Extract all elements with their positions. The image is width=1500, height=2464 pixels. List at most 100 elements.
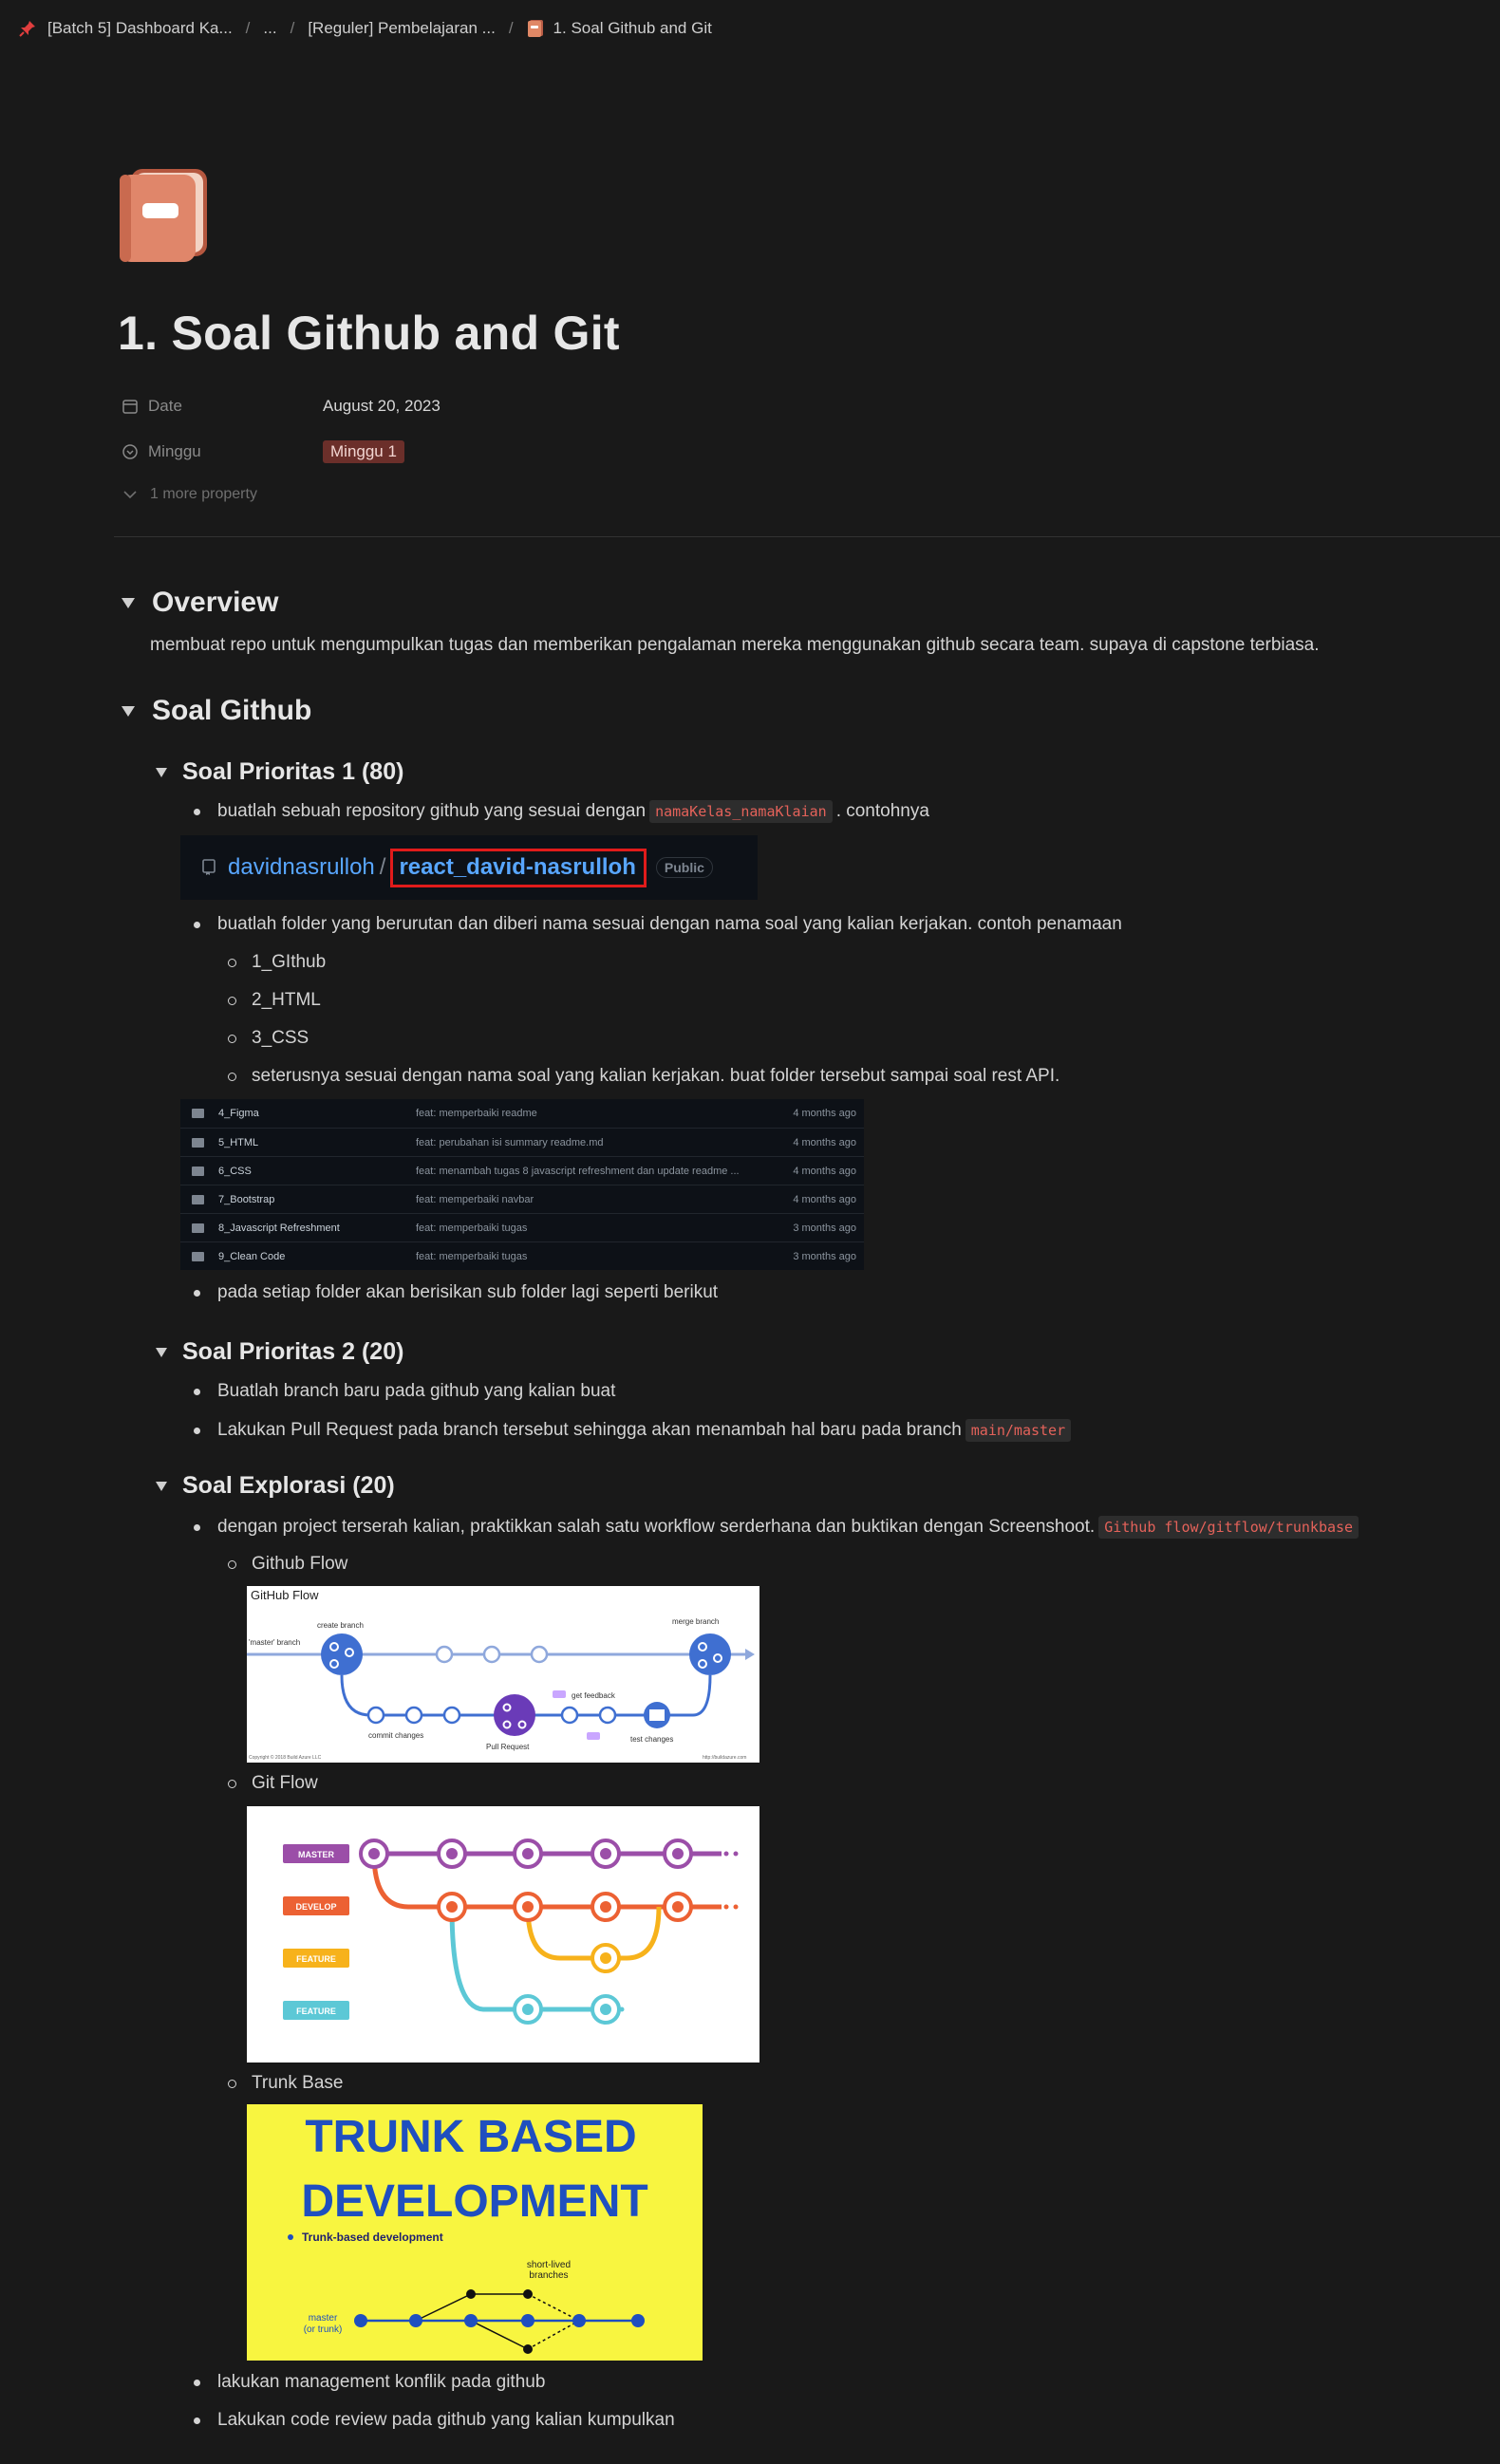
svg-text:get feedback: get feedback bbox=[572, 1691, 616, 1700]
property-date-value[interactable]: August 20, 2023 bbox=[323, 397, 441, 416]
folder-icon bbox=[192, 1138, 204, 1148]
svg-text:MASTER: MASTER bbox=[298, 1850, 335, 1859]
folder-icon bbox=[192, 1195, 204, 1204]
list-item: dengan project terserah kalian, praktikk… bbox=[194, 1516, 1362, 1539]
repo-owner: davidnasrulloh bbox=[228, 854, 375, 880]
toggle-triangle-icon[interactable] bbox=[156, 1347, 167, 1357]
svg-text:branches: branches bbox=[529, 2270, 568, 2281]
folder-list-screenshot: 4_Figma feat: memperbaiki readme 4 month… bbox=[180, 1099, 864, 1270]
bullet-dot bbox=[194, 2417, 200, 2424]
bullet-circle bbox=[228, 2079, 236, 2088]
inline-code: namaKelas_namaKlaian bbox=[649, 800, 833, 823]
list-item: buatlah sebuah repository github yang se… bbox=[194, 800, 929, 823]
list-item: pada setiap folder akan berisikan sub fo… bbox=[194, 1282, 718, 1303]
svg-text:'master' branch: 'master' branch bbox=[249, 1638, 300, 1647]
breadcrumb-separator: / bbox=[290, 19, 295, 37]
sub-list-item: Trunk Base bbox=[228, 2073, 343, 2094]
toggle-triangle-icon[interactable] bbox=[156, 767, 167, 777]
svg-text:DEVELOP: DEVELOP bbox=[295, 1902, 336, 1912]
breadcrumb: [Batch 5] Dashboard Ka... / ... / [Regul… bbox=[19, 17, 712, 40]
folder-row: 4_Figma feat: memperbaiki readme 4 month… bbox=[180, 1099, 864, 1128]
list-item: Lakukan code review pada github yang kal… bbox=[194, 2410, 675, 2431]
heading-prioritas-2[interactable]: Soal Prioritas 2 (20) bbox=[156, 1338, 403, 1366]
bullet-dot bbox=[194, 1289, 200, 1297]
heading-prioritas-1[interactable]: Soal Prioritas 1 (80) bbox=[156, 758, 403, 786]
bullet-dot bbox=[194, 1388, 200, 1395]
breadcrumb-item-dashboard[interactable]: [Batch 5] Dashboard Ka... bbox=[47, 19, 233, 38]
github-flow-diagram: GitHub Flow 'master' branch create branc… bbox=[247, 1586, 759, 1763]
more-properties-toggle[interactable]: 1 more property bbox=[122, 486, 257, 503]
bullet-circle bbox=[228, 1779, 236, 1788]
svg-text:create branch: create branch bbox=[317, 1621, 364, 1630]
svg-text:TRUNK BASED: TRUNK BASED bbox=[305, 2112, 636, 2162]
folder-icon bbox=[192, 1223, 204, 1233]
select-circle-icon bbox=[122, 444, 138, 459]
breadcrumb-item-current[interactable]: 1. Soal Github and Git bbox=[553, 19, 712, 38]
repo-screenshot: davidnasrulloh / react_david-nasrulloh P… bbox=[180, 835, 758, 900]
folder-row: 9_Clean Code feat: memperbaiki tugas 3 m… bbox=[180, 1241, 864, 1270]
bullet-dot bbox=[194, 1427, 200, 1434]
bullet-circle bbox=[228, 996, 236, 1005]
sub-list-item: 2_HTML bbox=[228, 990, 321, 1011]
folder-row: 5_HTML feat: perubahan isi summary readm… bbox=[180, 1128, 864, 1156]
breadcrumb-separator: / bbox=[245, 19, 251, 37]
folder-icon bbox=[192, 1167, 204, 1176]
sub-list-item: 3_CSS bbox=[228, 1028, 309, 1049]
heading-overview[interactable]: Overview bbox=[122, 587, 278, 619]
bullet-dot bbox=[194, 921, 200, 928]
book-icon bbox=[527, 20, 543, 37]
svg-text:FEATURE: FEATURE bbox=[296, 2007, 336, 2016]
repo-icon bbox=[202, 859, 216, 875]
breadcrumb-item-pembelajaran[interactable]: [Reguler] Pembelajaran ... bbox=[308, 19, 496, 38]
toggle-triangle-icon[interactable] bbox=[122, 597, 135, 608]
sub-list-item: 1_GIthub bbox=[228, 952, 326, 973]
inline-code: main/master bbox=[965, 1419, 1072, 1442]
bullet-dot bbox=[194, 808, 200, 815]
svg-text:commit changes: commit changes bbox=[368, 1731, 423, 1740]
heading-soal-github[interactable]: Soal Github bbox=[122, 695, 311, 727]
svg-text:test changes: test changes bbox=[630, 1735, 673, 1744]
repo-public-badge: Public bbox=[655, 857, 713, 878]
repo-name: react_david-nasrulloh bbox=[390, 848, 647, 887]
svg-text:FEATURE: FEATURE bbox=[296, 1954, 336, 1964]
folder-row: 8_Javascript Refreshment feat: memperbai… bbox=[180, 1213, 864, 1241]
book-icon[interactable] bbox=[118, 167, 209, 262]
divider bbox=[114, 536, 1500, 537]
repo-slash: / bbox=[379, 854, 386, 880]
svg-text:DEVELOPMENT: DEVELOPMENT bbox=[301, 2176, 647, 2227]
minggu-tag[interactable]: Minggu 1 bbox=[323, 440, 404, 463]
svg-text:short-lived: short-lived bbox=[527, 2260, 571, 2270]
sub-list-item: Github Flow bbox=[228, 1554, 347, 1575]
trunk-based-diagram: TRUNK BASED DEVELOPMENT Trunk-based deve… bbox=[247, 2104, 703, 2361]
bullet-dot bbox=[194, 1523, 200, 1531]
gh-flow-title: GitHub Flow bbox=[251, 1588, 319, 1602]
toggle-triangle-icon[interactable] bbox=[122, 705, 135, 717]
pin-icon bbox=[19, 21, 35, 37]
overview-text: membuat repo untuk mengumpulkan tugas da… bbox=[150, 635, 1320, 655]
svg-text:(or trunk): (or trunk) bbox=[304, 2324, 343, 2335]
chevron-down-icon bbox=[123, 491, 137, 499]
breadcrumb-separator: / bbox=[508, 19, 514, 37]
folder-row: 7_Bootstrap feat: memperbaiki navbar 4 m… bbox=[180, 1185, 864, 1213]
bullet-circle bbox=[228, 958, 236, 967]
sub-list-item: Git Flow bbox=[228, 1773, 318, 1794]
list-item: Buatlah branch baru pada github yang kal… bbox=[194, 1381, 615, 1402]
svg-text:master: master bbox=[309, 2313, 338, 2324]
folder-icon bbox=[192, 1252, 204, 1261]
list-item: lakukan management konflik pada github bbox=[194, 2372, 545, 2393]
breadcrumb-item-ellipsis[interactable]: ... bbox=[263, 19, 276, 38]
list-item: buatlah folder yang berurutan dan diberi… bbox=[194, 914, 1122, 935]
sub-list-item: seterusnya sesuai dengan nama soal yang … bbox=[228, 1066, 1059, 1087]
toggle-triangle-icon[interactable] bbox=[156, 1481, 167, 1491]
inline-code: Github flow/gitflow/trunkbase bbox=[1098, 1516, 1359, 1539]
calendar-icon bbox=[122, 400, 138, 414]
property-minggu-label: Minggu bbox=[122, 439, 201, 465]
folder-row: 6_CSS feat: menambah tugas 8 javascript … bbox=[180, 1156, 864, 1185]
git-flow-diagram: MASTER DEVELOP FEATURE FEATURE bbox=[247, 1806, 759, 2063]
bullet-circle bbox=[228, 1559, 236, 1569]
bullet-dot bbox=[194, 2379, 200, 2386]
heading-eksplorasi[interactable]: Soal Explorasi (20) bbox=[156, 1472, 395, 1500]
svg-text:Pull Request: Pull Request bbox=[486, 1743, 530, 1751]
svg-text:http://buildazure.com: http://buildazure.com bbox=[703, 1755, 746, 1761]
bullet-circle bbox=[228, 1034, 236, 1043]
